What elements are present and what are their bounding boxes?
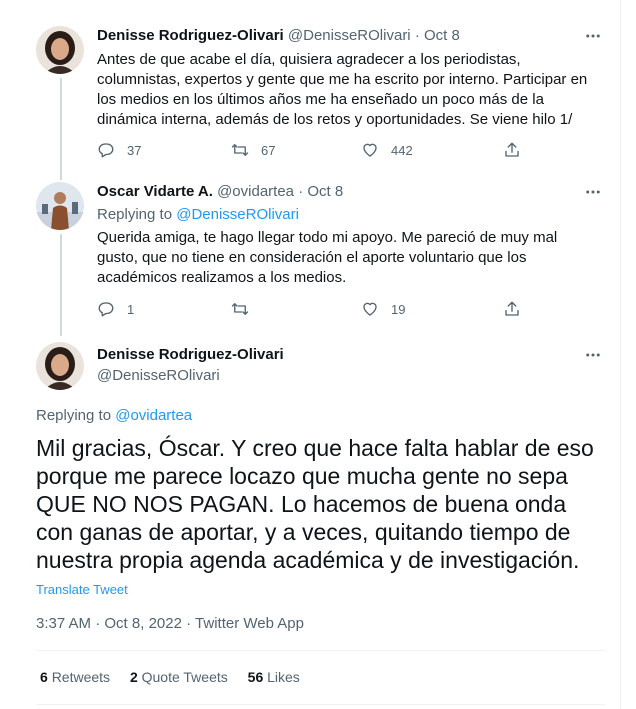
dot-separator: ·	[414, 27, 420, 44]
tweet-text: Antes de que acabe el día, quisiera agra…	[97, 51, 588, 128]
divider	[36, 704, 605, 705]
author-name[interactable]: Denisse Rodriguez-Olivari	[97, 346, 284, 363]
author-name[interactable]: Denisse Rodriguez-Olivari	[97, 27, 284, 44]
quotes-count: 2	[129, 669, 138, 685]
author-handle[interactable]: @DenisseROlivari	[97, 367, 220, 384]
more-icon[interactable]	[583, 182, 603, 202]
like-button[interactable]: 19	[361, 300, 405, 318]
likes-stat[interactable]: 56 Likes	[248, 669, 300, 685]
reply-button[interactable]: 1	[97, 300, 134, 318]
tweet-source[interactable]: Twitter Web App	[195, 615, 304, 632]
like-count: 442	[391, 142, 413, 158]
share-icon	[505, 301, 519, 316]
replying-to-link[interactable]: @ovidartea	[115, 407, 192, 424]
reply-button[interactable]: 37	[97, 141, 141, 159]
replying-to-label: Replying to	[97, 206, 173, 223]
divider	[36, 650, 605, 651]
tweet-time[interactable]: 3:37 AM	[36, 615, 91, 632]
avatar-denisse[interactable]	[36, 342, 84, 390]
likes-label: Likes	[267, 669, 300, 685]
heart-icon	[363, 143, 377, 157]
replying-to-label: Replying to	[36, 407, 112, 424]
dot-separator: ·	[298, 183, 304, 200]
quotes-stat[interactable]: 2 Quote Tweets	[130, 669, 232, 685]
tweet-full-date[interactable]: Oct 8, 2022	[104, 615, 182, 632]
retweets-count: 6	[40, 669, 48, 685]
more-icon[interactable]	[583, 345, 603, 365]
author-handle[interactable]: @ovidartea	[217, 183, 294, 200]
author-name[interactable]: Oscar Vidarte A.	[97, 183, 213, 200]
retweets-stat[interactable]: 6 Retweets	[40, 669, 114, 685]
avatar-oscar[interactable]	[36, 182, 84, 230]
tweet-text: Querida amiga, te hago llegar todo mi ap…	[97, 229, 558, 286]
thread-line	[60, 78, 62, 180]
tweet-text: Mil gracias, Óscar. Y creo que hace falt…	[36, 435, 594, 573]
like-count: 19	[391, 301, 406, 317]
replying-to-link[interactable]: @DenisseROlivari	[176, 206, 299, 223]
reply-icon	[98, 143, 114, 158]
heart-icon	[363, 302, 377, 316]
likes-count: 56	[247, 669, 264, 685]
retweet-button[interactable]	[231, 300, 261, 318]
more-icon[interactable]	[583, 26, 603, 46]
share-button[interactable]	[503, 300, 533, 318]
avatar-denisse[interactable]	[36, 26, 84, 74]
reply-icon	[98, 302, 114, 317]
quotes-label: Quote Tweets	[141, 669, 228, 685]
retweet-icon	[231, 303, 249, 315]
share-button[interactable]	[503, 141, 533, 159]
timeline-border	[620, 0, 621, 709]
tweet-date[interactable]: Oct 8	[424, 27, 460, 44]
translate-tweet-link[interactable]: Translate Tweet	[36, 582, 128, 597]
reply-count: 37	[127, 142, 142, 158]
retweets-label: Retweets	[51, 669, 111, 685]
reply-count: 1	[127, 301, 135, 317]
retweet-icon	[231, 144, 249, 156]
like-button[interactable]: 442	[361, 141, 413, 159]
dot-separator: ·	[95, 615, 101, 632]
retweet-count: 67	[261, 142, 276, 158]
author-handle[interactable]: @DenisseROlivari	[288, 27, 411, 44]
share-icon	[505, 142, 519, 157]
dot-separator: ·	[186, 615, 192, 632]
tweet-date[interactable]: Oct 8	[307, 183, 343, 200]
thread-line	[60, 234, 62, 336]
retweet-button[interactable]: 67	[231, 141, 275, 159]
